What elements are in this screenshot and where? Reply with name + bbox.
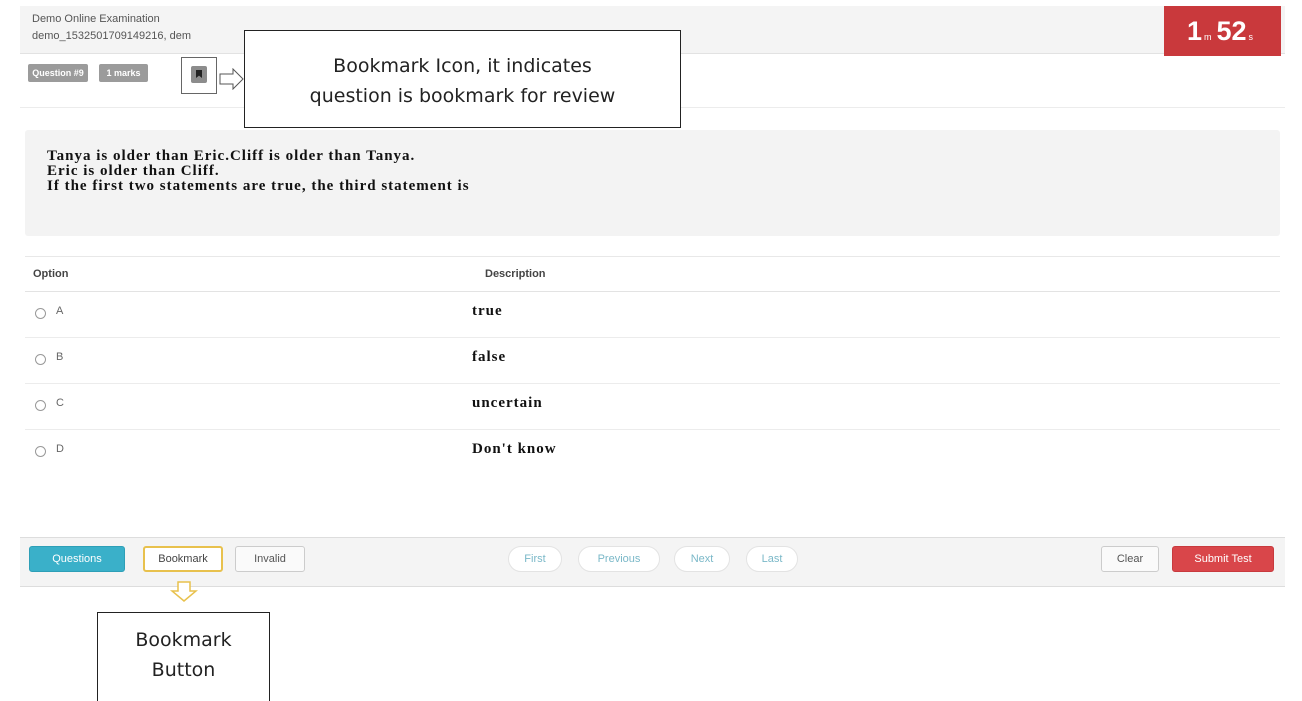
callout-arrow-down-icon	[170, 581, 198, 602]
question-number-badge: Question #9	[28, 64, 88, 82]
clear-button[interactable]: Clear	[1101, 546, 1159, 572]
column-header-description: Description	[485, 268, 546, 280]
option-letter: A	[56, 305, 64, 317]
callout-text-line: Button	[151, 659, 216, 681]
question-line: Tanya is older than Eric.Cliff is older …	[47, 148, 416, 164]
question-line: If the first two statements are true, th…	[47, 178, 470, 194]
option-description: false	[472, 349, 507, 365]
option-c-radio[interactable]	[35, 400, 46, 411]
next-button[interactable]: Next	[674, 546, 730, 572]
bottom-toolbar: Questions Bookmark Invalid First Previou…	[20, 537, 1285, 587]
option-a-radio[interactable]	[35, 308, 46, 319]
bookmark-icon-callout: Bookmark Icon, it indicates question is …	[244, 30, 681, 128]
option-description: uncertain	[472, 395, 543, 411]
option-description: true	[472, 303, 503, 319]
option-row-c[interactable]: C uncertain	[25, 384, 1280, 430]
option-letter: C	[56, 397, 64, 409]
option-d-radio[interactable]	[35, 446, 46, 457]
question-text: Tanya is older than Eric.Cliff is older …	[47, 149, 470, 194]
questions-button[interactable]: Questions	[29, 546, 125, 572]
option-row-d[interactable]: D Don't know	[25, 430, 1280, 476]
invalid-button[interactable]: Invalid	[235, 546, 305, 572]
bookmark-button[interactable]: Bookmark	[143, 546, 223, 572]
timer-seconds: 52	[1216, 16, 1247, 46]
last-button[interactable]: Last	[746, 546, 798, 572]
marks-badge: 1 marks	[99, 64, 148, 82]
exam-user-id: demo_1532501709149216, dem	[32, 30, 192, 42]
callout-text-line: question is bookmark for review	[309, 85, 616, 107]
column-header-option: Option	[33, 268, 69, 280]
question-line: Eric is older than Cliff.	[47, 163, 220, 179]
submit-test-button[interactable]: Submit Test	[1172, 546, 1274, 572]
option-letter: D	[56, 443, 64, 455]
first-button[interactable]: First	[508, 546, 562, 572]
callout-text-line: Bookmark Icon, it indicates	[333, 55, 592, 77]
bookmark-icon-highlight	[181, 57, 217, 94]
options-table: Option Description A true B false C unce…	[25, 256, 1280, 476]
countdown-timer: 1 m 52 s	[1164, 6, 1281, 56]
options-table-header: Option Description	[25, 256, 1280, 292]
exam-title: Demo Online Examination	[32, 13, 160, 25]
timer-seconds-unit: s	[1248, 32, 1254, 42]
question-box: Tanya is older than Eric.Cliff is older …	[25, 130, 1280, 236]
timer-minutes: 1	[1186, 16, 1202, 46]
bookmark-button-callout: Bookmark Button	[97, 612, 270, 701]
previous-button[interactable]: Previous	[578, 546, 660, 572]
callout-text-line: Bookmark	[135, 629, 232, 651]
option-letter: B	[56, 351, 64, 363]
option-row-b[interactable]: B false	[25, 338, 1280, 384]
option-b-radio[interactable]	[35, 354, 46, 365]
option-row-a[interactable]: A true	[25, 292, 1280, 338]
bookmark-icon	[191, 66, 207, 83]
option-description: Don't know	[472, 441, 557, 457]
callout-arrow-right-icon	[219, 68, 244, 90]
timer-minutes-unit: m	[1203, 32, 1212, 42]
